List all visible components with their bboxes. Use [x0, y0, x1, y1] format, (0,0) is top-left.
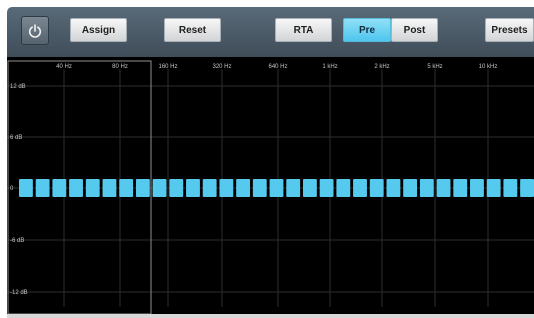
- eq-band-handle[interactable]: [486, 179, 501, 197]
- bottom-edge: [7, 314, 534, 318]
- eq-graph[interactable]: 40 Hz 80 Hz 160 Hz 320 Hz 640 Hz 1 kHz 2 kHz 5 …: [7, 57, 534, 314]
- reset-button[interactable]: Reset: [164, 18, 221, 42]
- eq-band-handle[interactable]: [152, 179, 167, 197]
- eq-band-handle[interactable]: [69, 179, 83, 197]
- eq-band-handle[interactable]: [520, 179, 534, 197]
- eq-band-handle[interactable]: [369, 179, 384, 197]
- db-label: 6 dB: [10, 135, 22, 141]
- freq-label: 640 Hz: [268, 64, 287, 70]
- pre-button[interactable]: Pre: [343, 18, 391, 42]
- eq-band-handle[interactable]: [119, 179, 134, 197]
- db-label: -6 dB: [10, 238, 24, 244]
- eq-band-handle[interactable]: [35, 179, 50, 197]
- rta-button[interactable]: RTA: [275, 18, 332, 42]
- eq-band-handle[interactable]: [453, 179, 468, 197]
- freq-label: 80 Hz: [112, 64, 128, 70]
- freq-label: 320 Hz: [212, 64, 231, 70]
- eq-band-handle[interactable]: [503, 179, 518, 197]
- eq-band-handle[interactable]: [219, 179, 234, 197]
- eq-band-handle[interactable]: [470, 179, 484, 197]
- db-label: 0: [10, 186, 14, 192]
- presets-button[interactable]: Presets: [485, 18, 534, 42]
- eq-band-handle[interactable]: [169, 179, 184, 197]
- freq-label: 10 kHz: [479, 64, 498, 70]
- eq-band-handle[interactable]: [403, 179, 418, 197]
- eq-band-handle[interactable]: [252, 179, 267, 197]
- assign-button[interactable]: Assign: [70, 18, 127, 42]
- eq-app: Assign Reset RTA Pre Post Presets 40 Hz 8…: [0, 0, 534, 318]
- db-label: 12 dB: [10, 84, 26, 90]
- eq-band-handle[interactable]: [19, 179, 33, 197]
- power-icon: [28, 23, 42, 38]
- eq-band-handle[interactable]: [102, 179, 117, 197]
- toolbar: Assign Reset RTA Pre Post Presets: [7, 7, 534, 57]
- db-label: -12 dB: [10, 290, 28, 296]
- eq-band-handle[interactable]: [319, 179, 334, 197]
- eq-band-handle[interactable]: [419, 179, 434, 197]
- eq-band-handle[interactable]: [236, 179, 251, 197]
- eq-band-handle[interactable]: [302, 179, 317, 197]
- eq-band-handle[interactable]: [436, 179, 451, 197]
- eq-graph-canvas[interactable]: 40 Hz 80 Hz 160 Hz 320 Hz 640 Hz 1 kHz 2 kHz 5 …: [7, 57, 534, 314]
- eq-band-handle[interactable]: [286, 179, 301, 197]
- eq-band-handle[interactable]: [186, 179, 200, 197]
- eq-band-handle[interactable]: [202, 179, 217, 197]
- freq-label: 5 kHz: [427, 64, 442, 70]
- eq-band-handle[interactable]: [269, 179, 284, 197]
- eq-band-handle[interactable]: [386, 179, 401, 197]
- freq-label: 40 Hz: [56, 64, 72, 70]
- eq-band-handle[interactable]: [135, 179, 150, 197]
- freq-label: 2 kHz: [374, 64, 389, 70]
- post-button[interactable]: Post: [391, 18, 438, 42]
- eq-band-handle[interactable]: [52, 179, 67, 197]
- freq-label: 1 kHz: [322, 64, 337, 70]
- freq-label: 160 Hz: [158, 64, 177, 70]
- eq-band-handle[interactable]: [85, 179, 100, 197]
- eq-band-handle[interactable]: [353, 179, 367, 197]
- power-button[interactable]: [21, 16, 49, 45]
- eq-band-handle[interactable]: [336, 179, 351, 197]
